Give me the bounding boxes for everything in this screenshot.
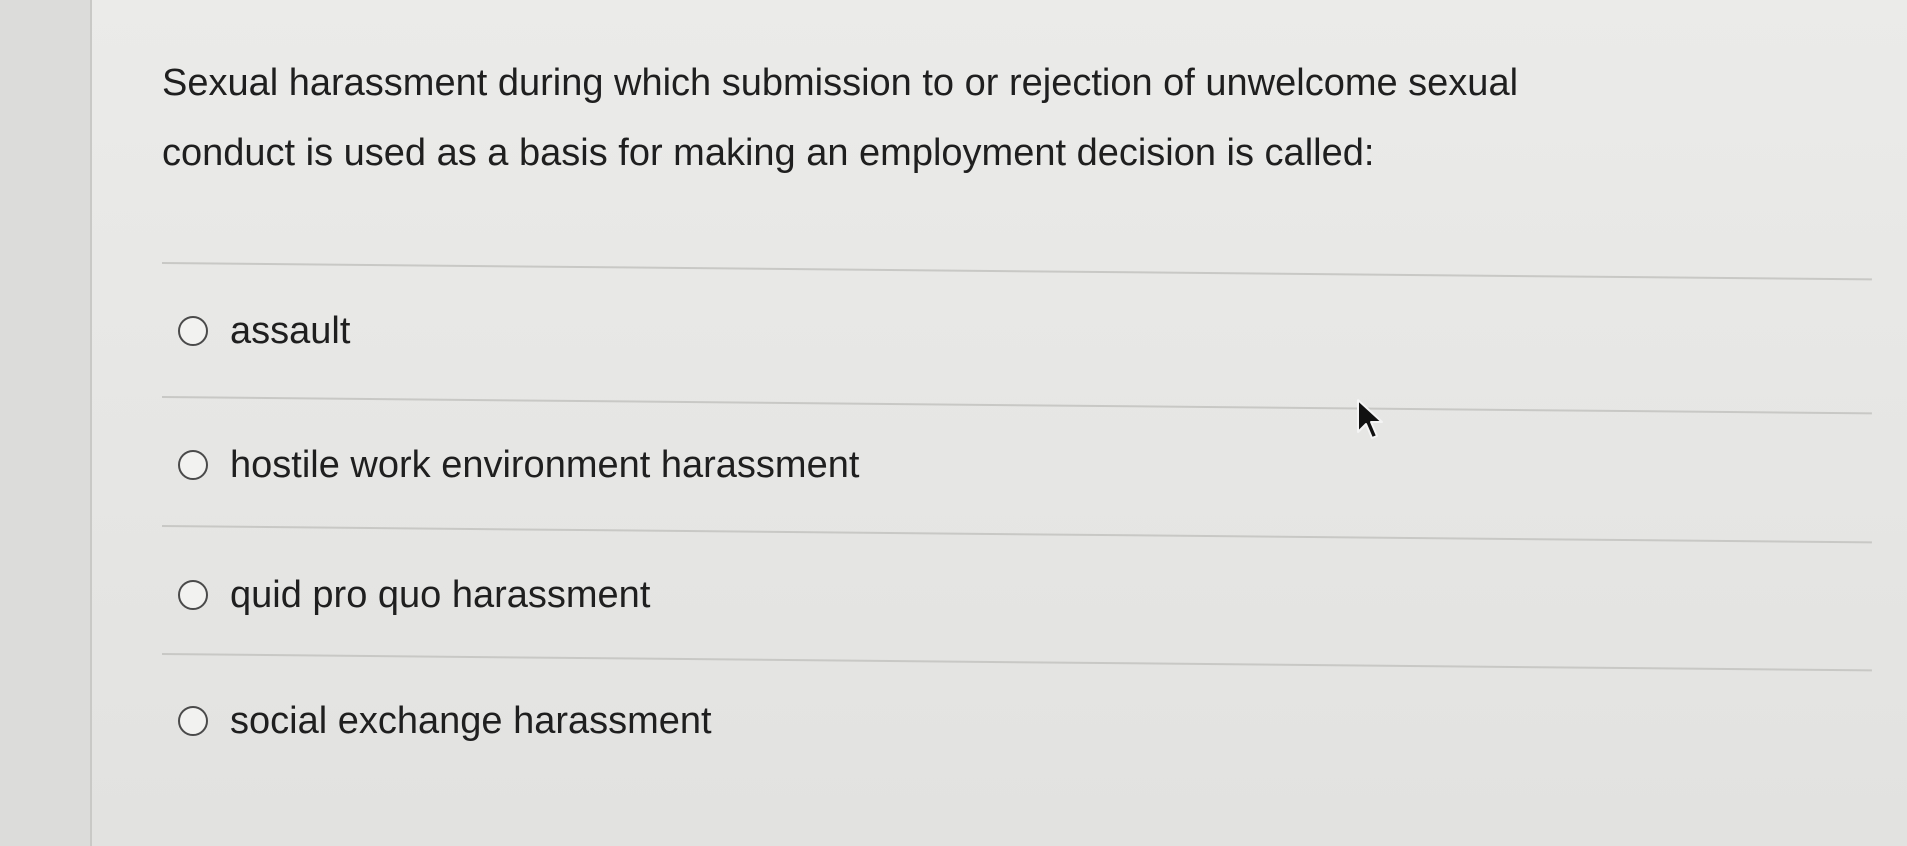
option-quid-pro-quo[interactable]: quid pro quo harassment: [178, 570, 650, 620]
option-label: hostile work environment harassment: [230, 443, 860, 486]
question-text-line-1: Sexual harassment during which submissio…: [162, 62, 1519, 104]
option-assault[interactable]: assault: [178, 306, 350, 356]
option-label: quid pro quo harassment: [230, 573, 651, 616]
radio-circle-icon[interactable]: [178, 580, 208, 610]
option-label: social exchange harassment: [230, 699, 712, 742]
option-divider: [161, 262, 1872, 281]
option-divider: [161, 653, 1872, 672]
question-card: Sexual harassment during which submissio…: [92, 0, 1907, 846]
mouse-pointer-icon: [1357, 399, 1383, 439]
question-text-line-2: conduct is used as a basis for making an…: [162, 132, 1375, 174]
option-hostile-work-environment[interactable]: hostile work environment harassment: [178, 440, 859, 490]
option-social-exchange[interactable]: social exchange harassment: [178, 696, 712, 746]
option-divider: [161, 396, 1872, 415]
option-divider: [161, 525, 1872, 544]
question-prompt: Sexual harassment during which submissio…: [162, 48, 1862, 188]
left-margin: [0, 0, 92, 846]
option-label: assault: [230, 309, 351, 352]
radio-circle-icon[interactable]: [178, 450, 208, 480]
radio-circle-icon[interactable]: [178, 706, 208, 736]
radio-circle-icon[interactable]: [178, 316, 208, 346]
